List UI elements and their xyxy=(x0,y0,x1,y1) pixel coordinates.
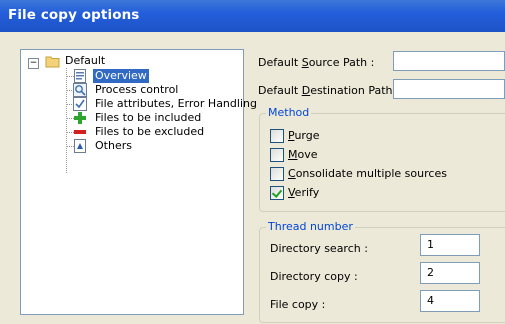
tree-item-label: Process control xyxy=(95,83,179,96)
tree-item-file-attributes[interactable]: File attributes, Error Handling xyxy=(73,97,257,111)
file-attributes-icon xyxy=(73,97,87,111)
window-title: File copy options xyxy=(8,7,140,23)
tree-item-label: Overview xyxy=(93,69,149,83)
method-group-caption: Method xyxy=(266,106,312,119)
destination-path-label: Default Destination Path : xyxy=(258,84,400,97)
tree-item-label: Default xyxy=(65,54,106,67)
directory-search-input[interactable]: 1 xyxy=(420,234,480,256)
collapse-icon[interactable]: − xyxy=(28,58,39,69)
directory-copy-input[interactable]: 2 xyxy=(420,262,480,284)
minus-icon xyxy=(73,125,87,139)
tree-item-process-control[interactable]: Process control xyxy=(73,83,233,97)
checkbox-label: Consolidate multiple sources xyxy=(288,167,447,180)
overview-icon xyxy=(73,69,87,83)
destination-path-input[interactable] xyxy=(393,79,505,99)
directory-copy-label: Directory copy : xyxy=(270,270,358,283)
tree-item-label: Files to be excluded xyxy=(95,125,205,138)
folder-icon xyxy=(45,54,60,68)
checkbox-box[interactable] xyxy=(270,148,284,162)
file-copy-input[interactable]: 4 xyxy=(420,290,480,312)
tree-item-files-excluded[interactable]: Files to be excluded xyxy=(73,125,233,139)
tree-item-label: File attributes, Error Handling xyxy=(95,97,257,110)
file-copy-label: File copy : xyxy=(270,298,326,311)
tree-item-default[interactable]: − Default xyxy=(21,54,221,69)
tree-item-files-included[interactable]: Files to be included xyxy=(73,111,233,125)
tree-item-label: Files to be included xyxy=(95,111,202,124)
checkbox-label: Move xyxy=(288,148,318,161)
tree-item-label: Others xyxy=(95,139,132,152)
plus-icon xyxy=(73,111,87,125)
checkbox-label: Purge xyxy=(288,129,320,142)
source-path-input[interactable] xyxy=(393,51,505,71)
checkbox-box[interactable] xyxy=(270,129,284,143)
tree-connector-line xyxy=(66,68,67,173)
source-path-label: Default Source Path : xyxy=(258,56,375,69)
others-icon xyxy=(73,139,87,153)
checkbox-label: Verify xyxy=(288,186,320,199)
checkbox-box-checked[interactable] xyxy=(270,186,284,200)
tree-item-others[interactable]: Others xyxy=(73,139,233,153)
thread-number-caption: Thread number xyxy=(266,220,355,233)
tree-item-overview[interactable]: Overview xyxy=(73,69,233,83)
directory-search-label: Directory search : xyxy=(270,242,368,255)
title-bar[interactable]: File copy options xyxy=(0,0,505,32)
process-control-icon xyxy=(73,83,87,97)
checkbox-box[interactable] xyxy=(270,167,284,181)
options-tree[interactable]: − Default Overview Process control File … xyxy=(20,49,257,315)
